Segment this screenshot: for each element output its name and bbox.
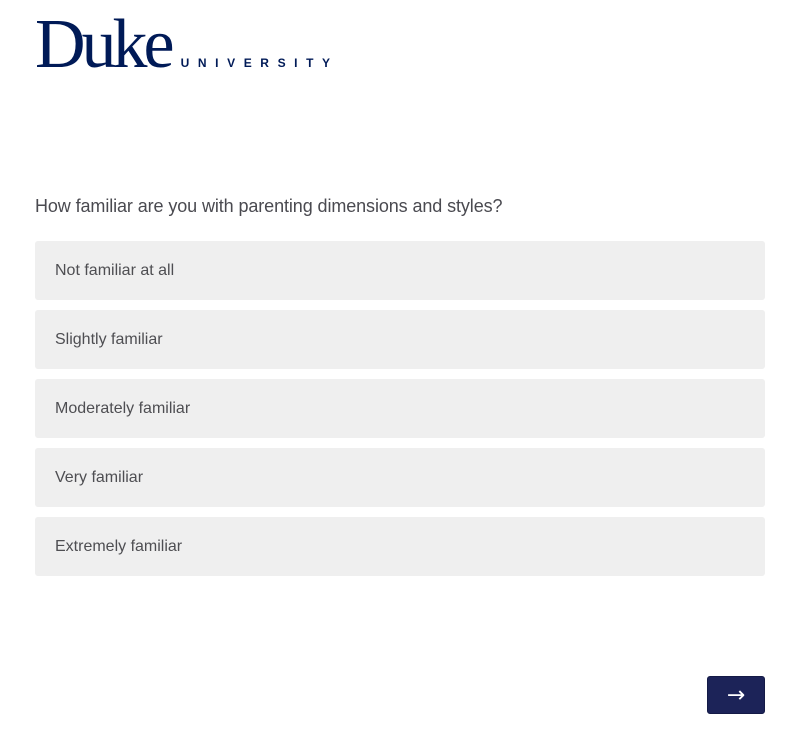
right-arrow-icon: → bbox=[726, 682, 746, 708]
option-label: Very familiar bbox=[55, 468, 144, 486]
option-label: Slightly familiar bbox=[55, 330, 163, 348]
duke-university-logo: Duke UNIVERSITY bbox=[35, 6, 339, 83]
option-extremely-familiar[interactable]: Extremely familiar bbox=[35, 517, 765, 576]
answer-options: Not familiar at all Slightly familiar Mo… bbox=[35, 241, 765, 586]
option-label: Moderately familiar bbox=[55, 399, 191, 417]
survey-page: Duke UNIVERSITY How familiar are you wit… bbox=[0, 0, 796, 754]
option-label: Extremely familiar bbox=[55, 537, 183, 555]
option-slightly-familiar[interactable]: Slightly familiar bbox=[35, 310, 765, 369]
option-not-familiar[interactable]: Not familiar at all bbox=[35, 241, 765, 300]
option-moderately-familiar[interactable]: Moderately familiar bbox=[35, 379, 765, 438]
question-text: How familiar are you with parenting dime… bbox=[35, 196, 503, 216]
logo-subtext: UNIVERSITY bbox=[180, 56, 339, 70]
option-label: Not familiar at all bbox=[55, 261, 175, 279]
option-very-familiar[interactable]: Very familiar bbox=[35, 448, 765, 507]
next-button[interactable]: → bbox=[707, 676, 765, 714]
logo-wordmark: Duke bbox=[35, 6, 175, 83]
